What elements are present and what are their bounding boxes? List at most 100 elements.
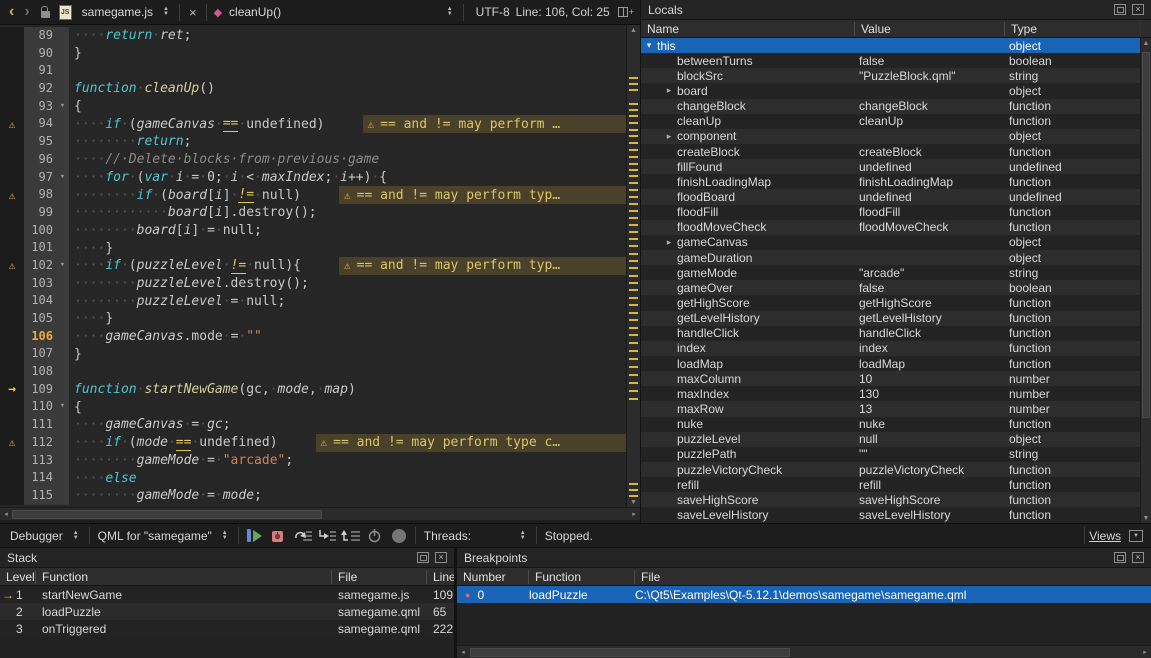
expand-arrow-icon[interactable]: ▸ [661,237,677,248]
continue-debug-button[interactable] [243,526,267,546]
locals-row[interactable]: maxRow13number [641,401,1140,416]
locals-vertical-scrollbar[interactable]: ▲ ▼ [1140,38,1151,523]
line-number[interactable]: 95 [24,133,56,151]
locals-row[interactable]: refillrefillfunction [641,477,1140,492]
line-number[interactable]: 105 [24,310,56,328]
line-number[interactable]: 102 [24,257,56,275]
split-editor-button[interactable]: + [618,7,634,17]
line-number[interactable]: 104 [24,292,56,310]
column-header-file[interactable]: File [635,570,1151,584]
line-number[interactable]: 92 [24,80,56,98]
step-over-button[interactable] [291,526,315,546]
line-number[interactable]: 93 [24,98,56,116]
record-button[interactable] [387,526,411,546]
breakpoint-margin[interactable] [0,345,24,363]
column-header-level[interactable]: Level [0,570,36,584]
locals-row[interactable]: floodBoardundefinedundefined [641,189,1140,204]
debugger-engine-label[interactable]: Debugger [6,529,67,543]
locals-row[interactable]: puzzlePath""string [641,447,1140,462]
warning-icon[interactable]: ⚠ [0,115,24,133]
locals-row[interactable]: saveHighScoresaveHighScorefunction [641,492,1140,507]
locals-row[interactable]: puzzleVictoryCheckpuzzleVictoryCheckfunc… [641,462,1140,477]
close-document-button[interactable]: × [184,5,202,20]
locals-row[interactable]: loadMaploadMapfunction [641,356,1140,371]
scroll-up-icon[interactable]: ▲ [1141,38,1151,48]
locals-row[interactable]: gameDurationobject [641,250,1140,265]
back-button[interactable]: ‹ [4,5,19,19]
locals-row[interactable]: handleClickhandleClickfunction [641,326,1140,341]
forward-button[interactable]: › [19,5,34,19]
close-panel-icon[interactable]: × [1132,552,1144,563]
scrollbar-thumb[interactable] [1142,52,1150,418]
fold-marker-icon[interactable]: ▾ [56,169,69,187]
line-number[interactable]: 109 [24,381,56,399]
threads-combo[interactable]: Threads: ▲▼ [420,529,532,543]
breakpoint-margin[interactable] [0,292,24,310]
line-number[interactable]: 114 [24,469,56,487]
close-panel-icon[interactable]: × [435,552,447,563]
file-dropdown-icon[interactable]: ▲▼ [163,7,169,17]
expand-arrow-icon[interactable]: ▾ [641,40,657,51]
breakpoint-row[interactable]: ●0loadPuzzleC:\Qt5\Examples\Qt-5.12.1\de… [457,586,1151,603]
breakpoint-margin[interactable] [0,204,24,222]
locals-row[interactable]: ▾thisobject [641,38,1140,53]
line-number[interactable]: 94 [24,115,56,133]
breakpoint-margin[interactable] [0,62,24,80]
target-dropdown-icon[interactable]: ▲▼ [222,531,228,541]
fold-marker-icon[interactable]: ▾ [56,257,69,275]
locals-row[interactable]: ▸componentobject [641,129,1140,144]
line-number[interactable]: 106 [24,328,56,346]
breakpoint-margin[interactable] [0,133,24,151]
editor-vertical-scrollbar[interactable]: ▲ ▼ [626,25,640,507]
breakpoint-margin[interactable] [0,45,24,63]
scroll-left-icon[interactable]: ◂ [457,648,469,656]
current-symbol-label[interactable]: cleanUp() [225,5,285,19]
line-number[interactable]: 100 [24,222,56,240]
breakpoint-margin[interactable] [0,169,24,187]
threads-dropdown-icon[interactable]: ▲▼ [520,531,526,541]
locals-row[interactable]: getHighScoregetHighScorefunction [641,295,1140,310]
line-number[interactable]: 107 [24,345,56,363]
breakpoint-margin[interactable] [0,151,24,169]
locals-row[interactable]: betweenTurnsfalseboolean [641,53,1140,68]
breakpoint-margin[interactable] [0,469,24,487]
line-number[interactable]: 90 [24,45,56,63]
execution-pointer-icon[interactable]: → [0,381,24,399]
locals-row[interactable]: maxIndex130number [641,386,1140,401]
line-number[interactable]: 110 [24,398,56,416]
breakpoint-margin[interactable] [0,416,24,434]
locals-row[interactable]: floodFillfloodFillfunction [641,205,1140,220]
close-panel-icon[interactable]: × [1132,4,1144,15]
expand-arrow-icon[interactable]: ▸ [661,85,677,96]
locals-row[interactable]: nukenukefunction [641,417,1140,432]
float-panel-icon[interactable] [1114,552,1126,563]
breakpoint-margin[interactable] [0,452,24,470]
breakpoint-margin[interactable] [0,328,24,346]
warning-icon[interactable]: ⚠ [0,257,24,275]
stack-frame-row[interactable]: 3onTriggeredsamegame.qml222 [0,620,454,637]
scroll-down-icon[interactable]: ▼ [1141,513,1151,523]
fold-marker-icon[interactable]: ▾ [56,398,69,416]
stack-frame-row[interactable]: →1startNewGamesamegame.js109 [0,586,454,603]
locals-row[interactable]: ▸gameCanvasobject [641,235,1140,250]
lock-icon[interactable] [41,11,50,18]
scroll-left-icon[interactable]: ◂ [0,510,12,518]
column-header-value[interactable]: Value [855,22,1005,36]
locals-row[interactable]: getLevelHistorygetLevelHistoryfunction [641,311,1140,326]
scrollbar-thumb[interactable] [12,510,322,519]
breakpoint-margin[interactable] [0,222,24,240]
code-lines[interactable]: 89····return·ret;90}9192function·cleanUp… [0,25,626,507]
column-header-number[interactable]: Number [457,570,529,584]
locals-row[interactable]: ▸boardobject [641,83,1140,98]
breakpoint-margin[interactable] [0,80,24,98]
float-panel-icon[interactable] [1114,4,1126,15]
breakpoint-margin[interactable] [0,310,24,328]
locals-row[interactable]: finishLoadingMapfinishLoadingMapfunction [641,174,1140,189]
interrupt-button[interactable] [363,526,387,546]
locals-row[interactable]: createBlockcreateBlockfunction [641,144,1140,159]
breakpoint-margin[interactable] [0,398,24,416]
stack-frame-row[interactable]: 2loadPuzzlesamegame.qml65 [0,603,454,620]
line-number[interactable]: 91 [24,62,56,80]
editor-horizontal-scrollbar[interactable]: ◂ ▸ [0,507,640,520]
locals-row[interactable]: gameMode"arcade"string [641,265,1140,280]
